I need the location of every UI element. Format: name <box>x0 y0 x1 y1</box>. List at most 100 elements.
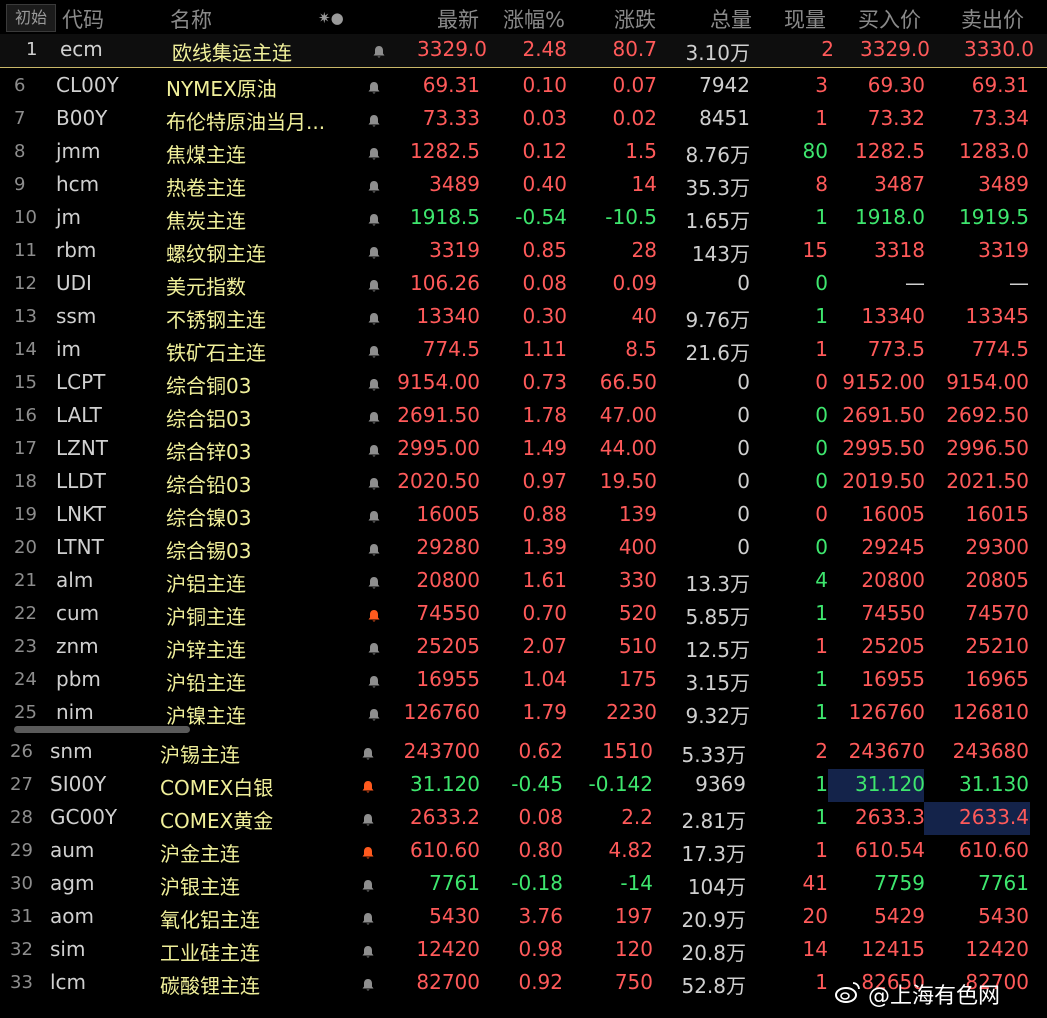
col-header-pct[interactable]: 涨幅% <box>503 4 565 34</box>
table-row[interactable]: 14 im 铁矿石主连 774.5 1.11 8.5 21.6万 1 773.5 774.5 <box>0 334 1047 367</box>
table-row[interactable]: 9 hcm 热卷主连 3489 0.40 14 35.3万 8 3487 3489 <box>0 169 1047 202</box>
row-code: lcm <box>50 970 87 994</box>
table-row[interactable]: 30 agm 沪银主连 7761 -0.18 -14 104万 41 7759 7761 <box>0 868 1047 901</box>
table-row[interactable]: 31 aom 氧化铝主连 5430 3.76 197 20.9万 20 5429 5430 <box>0 901 1047 934</box>
bell-icon[interactable] <box>367 510 381 524</box>
table-row[interactable]: 12 UDI 美元指数 106.26 0.08 0.09 0 0 — — <box>0 268 1047 301</box>
watermark-text: @上海有色网 <box>868 984 1001 1009</box>
bell-icon[interactable] <box>367 378 381 392</box>
row-change-pct: 0.08 <box>518 805 563 829</box>
table-row[interactable]: 17 LZNT 综合锌03 2995.00 1.49 44.00 0 0 2995.50 2996… <box>0 433 1047 466</box>
col-header-bid[interactable]: 买入价 <box>858 4 921 34</box>
row-last-price: 29280 <box>416 535 480 559</box>
row-ask: 74570 <box>965 601 1029 625</box>
col-header-ask[interactable]: 卖出价 <box>961 4 1024 34</box>
bell-icon[interactable] <box>367 312 381 326</box>
bell-icon[interactable] <box>367 279 381 293</box>
col-header-alert-toggle[interactable]: ✷● <box>318 9 344 27</box>
table-row[interactable]: 29 aum 沪金主连 610.60 0.80 4.82 17.3万 1 610.54 610.6… <box>0 835 1047 868</box>
bell-icon[interactable] <box>361 879 375 893</box>
table-row[interactable]: 24 pbm 沪铅主连 16955 1.04 175 3.15万 1 16955 16965 <box>0 664 1047 697</box>
bell-icon[interactable] <box>361 945 375 959</box>
table-row[interactable]: 23 znm 沪锌主连 25205 2.07 510 12.5万 1 25205 25210 <box>0 631 1047 664</box>
bell-icon[interactable] <box>367 708 381 722</box>
col-header-chg[interactable]: 涨跌 <box>614 4 656 34</box>
row-current-volume: 14 <box>802 937 828 961</box>
bell-icon[interactable] <box>361 912 375 926</box>
table-row[interactable]: 8 jmm 焦煤主连 1282.5 0.12 1.5 8.76万 80 1282.5 1283.0 <box>0 136 1047 169</box>
col-header-last[interactable]: 最新 <box>437 4 479 34</box>
row-change-pct: 0.12 <box>522 139 567 163</box>
row-last-price: 16005 <box>416 502 480 526</box>
table-row[interactable]: 7 B00Y 布伦特原油当月... 73.33 0.03 0.02 8451 1 73.32 73… <box>0 103 1047 136</box>
table-row[interactable]: 19 LNKT 综合镍03 16005 0.88 139 0 0 16005 16015 <box>0 499 1047 532</box>
row-current-volume: 4 <box>815 568 828 592</box>
row-name: 不锈钢主连 <box>166 308 266 332</box>
row-change-pct: 0.10 <box>522 73 567 97</box>
col-header-name[interactable]: 名称 <box>170 4 212 34</box>
table-row[interactable]: 15 LCPT 综合铜03 9154.00 0.73 66.50 0 0 9152.00 9154… <box>0 367 1047 400</box>
bell-icon[interactable] <box>367 642 381 656</box>
bell-icon[interactable] <box>367 675 381 689</box>
row-code: CL00Y <box>56 73 119 97</box>
bell-icon[interactable] <box>367 180 381 194</box>
bell-icon[interactable] <box>372 45 386 59</box>
row-change-pct: 1.49 <box>522 436 567 460</box>
bell-icon[interactable] <box>367 444 381 458</box>
table-row[interactable]: 10 jm 焦炭主连 1918.5 -0.54 -10.5 1.65万 1 1918.0 1919… <box>0 202 1047 235</box>
table-row[interactable]: 13 ssm 不锈钢主连 13340 0.30 40 9.76万 1 13340 13345 <box>0 301 1047 334</box>
bell-icon[interactable] <box>367 477 381 491</box>
bell-icon[interactable] <box>361 747 375 761</box>
col-header-cur-vol[interactable]: 现量 <box>784 4 826 34</box>
table-row[interactable]: 20 LTNT 综合锡03 29280 1.39 400 0 0 29245 29300 <box>0 532 1047 565</box>
table-row[interactable]: 26 snm 沪锡主连 243700 0.62 1510 5.33万 2 243670 24368… <box>0 736 1047 769</box>
col-header-volume[interactable]: 总量 <box>710 4 752 34</box>
bell-icon[interactable] <box>367 213 381 227</box>
bell-icon[interactable] <box>361 813 375 827</box>
table-row[interactable]: 32 sim 工业硅主连 12420 0.98 120 20.8万 14 12415 12420 <box>0 934 1047 967</box>
bell-icon[interactable] <box>367 609 381 623</box>
table-row[interactable]: 6 CL00Y NYMEX原油 69.31 0.10 0.07 7942 3 69.30 69.3… <box>0 70 1047 103</box>
bell-icon[interactable] <box>367 147 381 161</box>
row-change-pct: 1.79 <box>522 700 567 724</box>
bell-icon[interactable] <box>361 846 375 860</box>
row-index: 29 <box>10 840 33 861</box>
bell-icon[interactable] <box>367 576 381 590</box>
bell-icon[interactable] <box>367 345 381 359</box>
col-header-code[interactable]: 代码 <box>62 4 104 34</box>
row-last-price: 7761 <box>429 871 480 895</box>
row-ask: 9154.00 <box>946 370 1029 394</box>
row-name: 综合铝03 <box>166 407 252 431</box>
bell-icon[interactable] <box>367 114 381 128</box>
row-index: 6 <box>14 75 26 96</box>
row-code: nim <box>56 700 94 724</box>
table-row[interactable]: 16 LALT 综合铝03 2691.50 1.78 47.00 0 0 2691.50 2692… <box>0 400 1047 433</box>
bell-icon[interactable] <box>361 780 375 794</box>
bell-icon[interactable] <box>361 978 375 992</box>
row-volume: 52.8万 <box>681 974 746 998</box>
row-bid: 20800 <box>861 568 925 592</box>
bell-icon[interactable] <box>367 81 381 95</box>
row-bid: 5429 <box>874 904 925 928</box>
table-row[interactable]: 18 LLDT 综合铅03 2020.50 0.97 19.50 0 0 2019.50 2021… <box>0 466 1047 499</box>
scrollbar-thumb[interactable] <box>14 726 190 733</box>
row-bid: 3487 <box>874 172 925 196</box>
row-change: 0.07 <box>612 73 657 97</box>
row-name: 沪铅主连 <box>166 671 246 695</box>
bell-icon[interactable] <box>367 543 381 557</box>
bell-icon[interactable] <box>367 411 381 425</box>
table-row[interactable]: 11 rbm 螺纹钢主连 3319 0.85 28 143万 15 3318 3319 <box>0 235 1047 268</box>
row-code: LZNT <box>56 436 109 460</box>
table-row[interactable]: 22 cum 沪铜主连 74550 0.70 520 5.85万 1 74550 74570 <box>0 598 1047 631</box>
row-volume: 9.76万 <box>685 308 750 332</box>
row-name: 螺纹钢主连 <box>166 242 266 266</box>
init-button[interactable]: 初始 <box>6 4 56 32</box>
table-row[interactable]: 21 alm 沪铝主连 20800 1.61 330 13.3万 4 20800 20805 <box>0 565 1047 598</box>
table-row[interactable]: 1 ecm 欧线集运主连 3329.0 2.48 80.7 3.10万 2 3329.0 3330… <box>0 34 1047 68</box>
row-change: 2.2 <box>621 805 653 829</box>
table-row[interactable]: 28 GC00Y COMEX黄金 2633.2 0.08 2.2 2.81万 1 2633.3 2… <box>0 802 1047 835</box>
bell-icon[interactable] <box>367 246 381 260</box>
horizontal-scrollbar[interactable] <box>0 724 1047 736</box>
row-name: 焦煤主连 <box>166 143 246 167</box>
table-row[interactable]: 27 SI00Y COMEX白银 31.120 -0.45 -0.142 9369 1 31.1… <box>0 769 1047 802</box>
